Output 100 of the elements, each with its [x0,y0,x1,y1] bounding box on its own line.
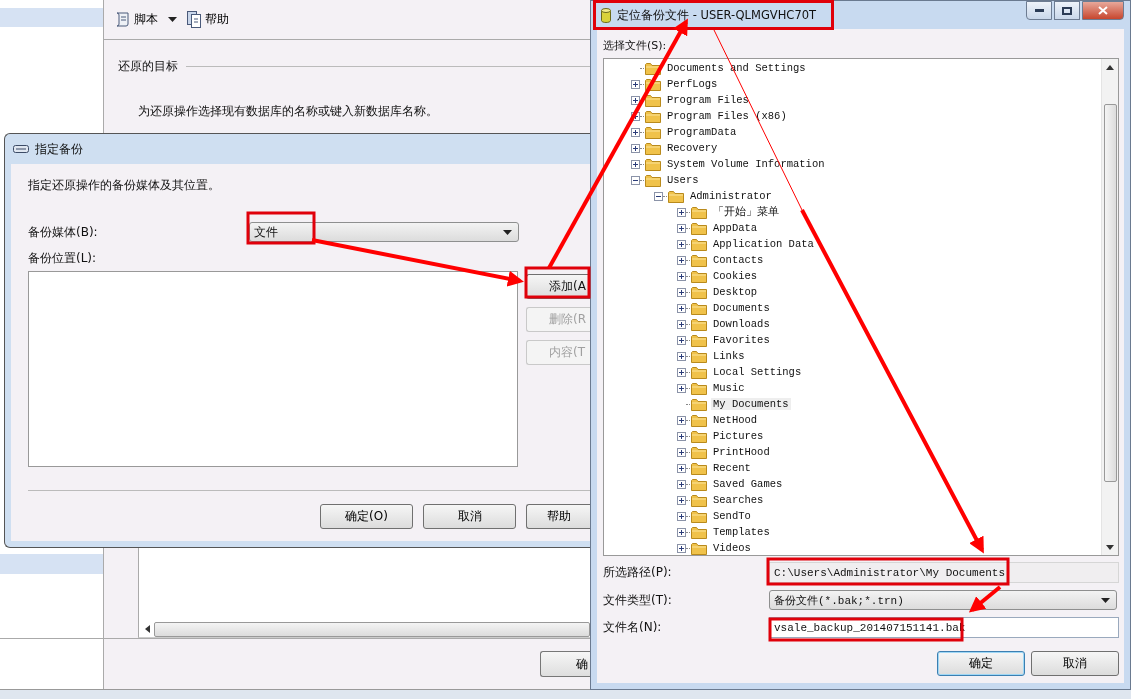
expand-icon[interactable] [677,383,686,393]
folder-icon [691,301,707,315]
help-button[interactable]: 帮助 [184,9,232,30]
file-type-dropdown[interactable]: 备份文件(*.bak;*.trn) [769,590,1117,610]
collapse-icon[interactable] [631,175,640,185]
folder-icon [645,93,661,107]
expand-icon[interactable] [631,95,640,105]
tree-item[interactable]: PrintHood [711,446,772,458]
script-button[interactable]: 脚本 [112,9,161,30]
folder-icon [691,445,707,459]
expand-icon[interactable] [677,415,686,425]
expand-icon[interactable] [631,159,640,169]
tree-item[interactable]: Documents [711,302,772,314]
scroll-up-icon[interactable] [1106,65,1114,70]
path-field: C:\Users\Administrator\My Documents [769,562,1119,583]
folder-icon [691,253,707,267]
folder-icon [691,285,707,299]
folder-icon [645,109,661,123]
expand-icon[interactable] [677,271,686,281]
maximize-icon [1062,6,1072,15]
folder-icon [691,333,707,347]
expand-icon[interactable] [677,319,686,329]
tree-item[interactable]: 「开始」菜单 [711,205,781,219]
folder-icon [645,77,661,91]
folder-icon [691,477,707,491]
media-dropdown[interactable]: 文件 [249,222,519,242]
scroll-icon [115,11,131,28]
tree-item[interactable]: Application Data [711,238,816,250]
tree-item[interactable]: Links [711,350,747,362]
expand-icon[interactable] [677,351,686,361]
scrollbar-thumb[interactable] [1103,104,1117,482]
expand-icon[interactable] [677,207,686,217]
dialog-button[interactable]: 帮助 [526,504,590,529]
tree-item[interactable]: Pictures [711,430,766,442]
dialog-button[interactable]: 确定 [937,651,1025,676]
dropdown-button[interactable] [165,15,180,24]
expand-icon[interactable] [677,335,686,345]
expand-icon[interactable] [677,431,686,441]
expand-icon[interactable] [677,255,686,265]
field-label: 选择文件(S): [603,38,667,53]
tree-item[interactable]: Desktop [711,286,760,298]
field-label: 备份媒体(B): [28,223,99,241]
tree-item[interactable]: Local Settings [711,366,804,378]
tree-item[interactable]: ProgramData [665,126,739,138]
tree-item[interactable]: Cookies [711,270,760,282]
folder-icon [691,237,707,251]
caret-icon [1101,597,1110,603]
expand-icon[interactable] [677,447,686,457]
folder-icon [691,221,707,235]
folder-icon [691,269,707,283]
maximize-button[interactable] [1054,1,1080,20]
expand-icon[interactable] [677,463,686,473]
tree-item[interactable]: AppData [711,222,760,234]
tree-item[interactable]: Recent [711,462,753,474]
expand-icon[interactable] [677,479,686,489]
expand-icon[interactable] [677,543,686,553]
folder-icon [645,141,661,155]
tree-item[interactable]: Favorites [711,334,772,346]
folder-icon [691,365,707,379]
expand-icon[interactable] [631,127,640,137]
expand-icon[interactable] [677,239,686,249]
tree-item[interactable]: Music [711,382,747,394]
expand-icon[interactable] [677,303,686,313]
expand-icon[interactable] [631,79,640,89]
close-button[interactable] [1082,1,1124,20]
field-label: 文件类型(T): [603,591,673,609]
expand-icon[interactable] [677,367,686,377]
tree-item[interactable]: Users [665,174,701,186]
annotation-arrow [968,585,1002,613]
expand-icon[interactable] [631,111,640,121]
tree-item[interactable]: Downloads [711,318,772,330]
tree-item[interactable]: Contacts [711,254,766,266]
tree-item[interactable]: SendTo [711,510,753,522]
caret-icon [168,17,177,22]
tree-item[interactable]: Templates [711,526,772,538]
tree-item[interactable]: Recovery [665,142,720,154]
tree-item[interactable]: PerfLogs [665,78,720,90]
tree-item[interactable]: My Documents [711,398,791,410]
expand-icon[interactable] [677,527,686,537]
folder-icon [691,509,707,523]
tree-item[interactable]: Saved Games [711,478,785,490]
expand-icon[interactable] [631,143,640,153]
tree-item[interactable]: Searches [711,494,766,506]
tree-item[interactable]: Program Files (x86) [665,110,789,122]
expand-icon[interactable] [677,287,686,297]
tree-item[interactable]: Administrator [688,190,774,202]
dialog-button[interactable]: 取消 [423,504,516,529]
dialog-button[interactable]: 取消 [1031,651,1119,676]
tree-item[interactable]: Videos [711,542,753,554]
expand-icon[interactable] [677,511,686,521]
ok-button[interactable]: 确 [540,651,590,677]
tree-item[interactable]: NetHood [711,414,760,426]
minimize-button[interactable] [1026,1,1052,20]
expand-icon[interactable] [677,223,686,233]
tree-item[interactable]: Program Files [665,94,751,106]
scroll-down-icon[interactable] [1106,545,1114,550]
dialog-button[interactable]: 确定(O) [320,504,413,529]
expand-icon[interactable] [677,495,686,505]
collapse-icon[interactable] [654,191,663,201]
scroll-left-icon[interactable] [145,625,150,633]
